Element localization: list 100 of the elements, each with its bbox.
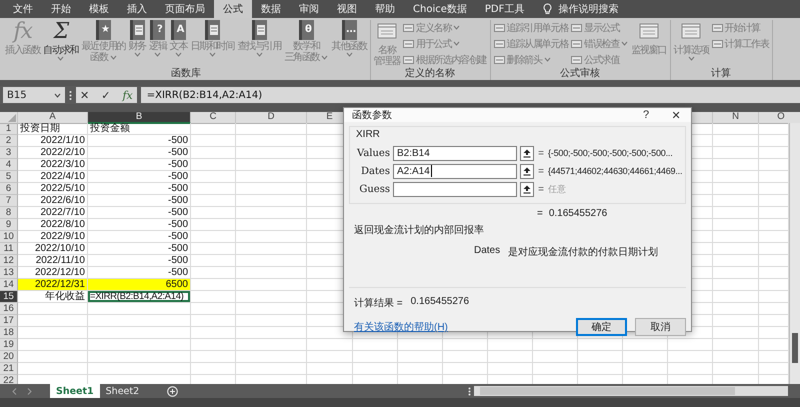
table-cell[interactable]: 2022/7/10 [18, 207, 88, 219]
row-header[interactable]: 15 [0, 291, 18, 303]
menu-tab[interactable]: 审阅 [290, 0, 328, 18]
argument-name: Dates [474, 245, 500, 258]
table-cell[interactable]: 2022/10/10 [18, 243, 88, 255]
menu-tab[interactable]: 数据 [252, 0, 290, 18]
row-header[interactable]: 6 [0, 183, 18, 195]
result-label: 计算结果 = [354, 296, 403, 310]
table-cell[interactable]: 投资日期 [18, 123, 88, 135]
result-value: 0.165455276 [410, 296, 470, 309]
cancel-button[interactable]: ✕ [80, 88, 90, 102]
column-header[interactable]: D [236, 112, 307, 124]
row-header[interactable]: 16 [0, 303, 18, 315]
function-name: XIRR [356, 129, 381, 140]
argument-field[interactable]: B2:B14 [393, 146, 517, 160]
argument-label: Values [356, 148, 390, 158]
sheet-tab[interactable]: Sheet1 [50, 384, 100, 398]
table-cell[interactable]: -500 [88, 135, 191, 147]
help-button[interactable]: ? [631, 109, 661, 121]
row-header[interactable]: 5 [0, 171, 18, 183]
table-cell[interactable]: 2022/11/10 [18, 255, 88, 267]
table-cell[interactable]: 2022/5/10 [18, 183, 88, 195]
row-header[interactable]: 10 [0, 231, 18, 243]
equals-sign: = [537, 208, 543, 219]
close-button[interactable]: ✕ [661, 108, 691, 122]
row-header[interactable]: 12 [0, 255, 18, 267]
row-header[interactable]: 3 [0, 147, 18, 159]
column-header[interactable]: C [191, 112, 236, 124]
row-header[interactable]: 8 [0, 207, 18, 219]
book-icon: θ [298, 20, 314, 40]
equals-sign: = [537, 184, 545, 194]
menu-tab[interactable]: 帮助 [366, 0, 404, 18]
formula-field[interactable]: =XIRR(B2:B14,A2:A14) [140, 87, 800, 103]
row-header[interactable]: 14 [0, 279, 18, 291]
help-link[interactable]: 有关该函数的帮助(H) [354, 320, 568, 334]
table-cell[interactable]: 2022/8/10 [18, 219, 88, 231]
row-header[interactable]: 9 [0, 219, 18, 231]
table-cell[interactable]: 2022/9/10 [18, 231, 88, 243]
argument-hint: 任意 [548, 182, 566, 196]
dialog-title: 函数参数 [352, 108, 393, 122]
sheet-tab[interactable]: Sheet2 [100, 384, 146, 398]
table-cell[interactable]: 2022/4/10 [18, 171, 88, 183]
enter-button[interactable]: ✓ [101, 88, 110, 102]
book-icon: A [170, 20, 186, 40]
book-icon: … [342, 20, 357, 40]
book-icon: ? [150, 20, 166, 40]
search-label[interactable]: 操作说明搜索 [558, 2, 618, 16]
menu-tab[interactable]: 视图 [328, 0, 366, 18]
argument-value: {44571;44602;44630;44661;4469... [548, 166, 682, 176]
table-cell[interactable]: -500 [88, 231, 191, 243]
group-label: 函数库 [170, 68, 202, 80]
table-cell[interactable]: -500 [88, 219, 191, 231]
table-cell[interactable]: =XIRR(B2:B14,A2:A14) [88, 291, 191, 303]
name-box[interactable]: B15 [3, 87, 65, 103]
table-cell[interactable]: 6500 [88, 279, 191, 291]
table-cell[interactable]: 2022/12/31 [18, 279, 88, 291]
formula-result: 0.165455276 [548, 208, 608, 219]
menu-tab[interactable]: 插入 [118, 0, 156, 18]
row-header[interactable]: 1 [0, 123, 18, 135]
group-label: 计算 [710, 68, 732, 80]
row-header[interactable]: 17 [0, 315, 18, 327]
table-cell[interactable]: -500 [88, 207, 191, 219]
row-header[interactable]: 7 [0, 195, 18, 207]
column-header[interactable]: N [713, 112, 759, 124]
row-header[interactable]: 21 [0, 363, 18, 375]
row-header[interactable]: 20 [0, 351, 18, 363]
row-header[interactable]: 22 [0, 375, 18, 384]
table-cell[interactable]: -500 [88, 183, 191, 195]
table-cell[interactable]: 2022/2/10 [18, 147, 88, 159]
table-cell[interactable]: -500 [88, 243, 191, 255]
cancel-button[interactable]: 取消 [635, 318, 686, 336]
ok-button[interactable]: 确定 [576, 318, 627, 336]
column-header[interactable]: B [88, 112, 191, 124]
menu-tab[interactable]: 文件 [4, 0, 42, 18]
row-header[interactable]: 19 [0, 339, 18, 351]
table-cell[interactable]: 年化收益 [18, 291, 88, 303]
table-cell[interactable]: 2022/6/10 [18, 195, 88, 207]
row-header[interactable]: 11 [0, 243, 18, 255]
menu-tab[interactable]: 页面布局 [156, 0, 214, 18]
ribbon-button[interactable]: Σ 自动求和 [42, 20, 80, 61]
row-header[interactable]: 18 [0, 327, 18, 339]
row-header[interactable]: 2 [0, 135, 18, 147]
row-header[interactable]: 13 [0, 267, 18, 279]
menu-tab[interactable]: Choice数据 [404, 0, 476, 18]
table-cell[interactable]: -500 [88, 255, 191, 267]
table-cell[interactable]: -500 [88, 147, 191, 159]
row-header[interactable]: 4 [0, 159, 18, 171]
table-cell[interactable]: -500 [88, 171, 191, 183]
table-cell[interactable]: 2022/1/10 [18, 135, 88, 147]
table-cell[interactable]: -500 [88, 195, 191, 207]
menu-tab[interactable]: PDF工具 [476, 0, 534, 18]
menu-tab[interactable]: 开始 [42, 0, 80, 18]
argument-field[interactable]: A2:A14 [393, 164, 517, 178]
equals-sign: = [537, 148, 545, 158]
menu-tab[interactable]: 公式 [214, 0, 252, 18]
insert-function-button[interactable]: fx [122, 88, 133, 102]
function-icon: fx [12, 20, 34, 44]
table-cell[interactable]: 2022/3/10 [18, 159, 88, 171]
menu-tab[interactable]: 模板 [80, 0, 118, 18]
table-cell[interactable]: -500 [88, 159, 191, 171]
